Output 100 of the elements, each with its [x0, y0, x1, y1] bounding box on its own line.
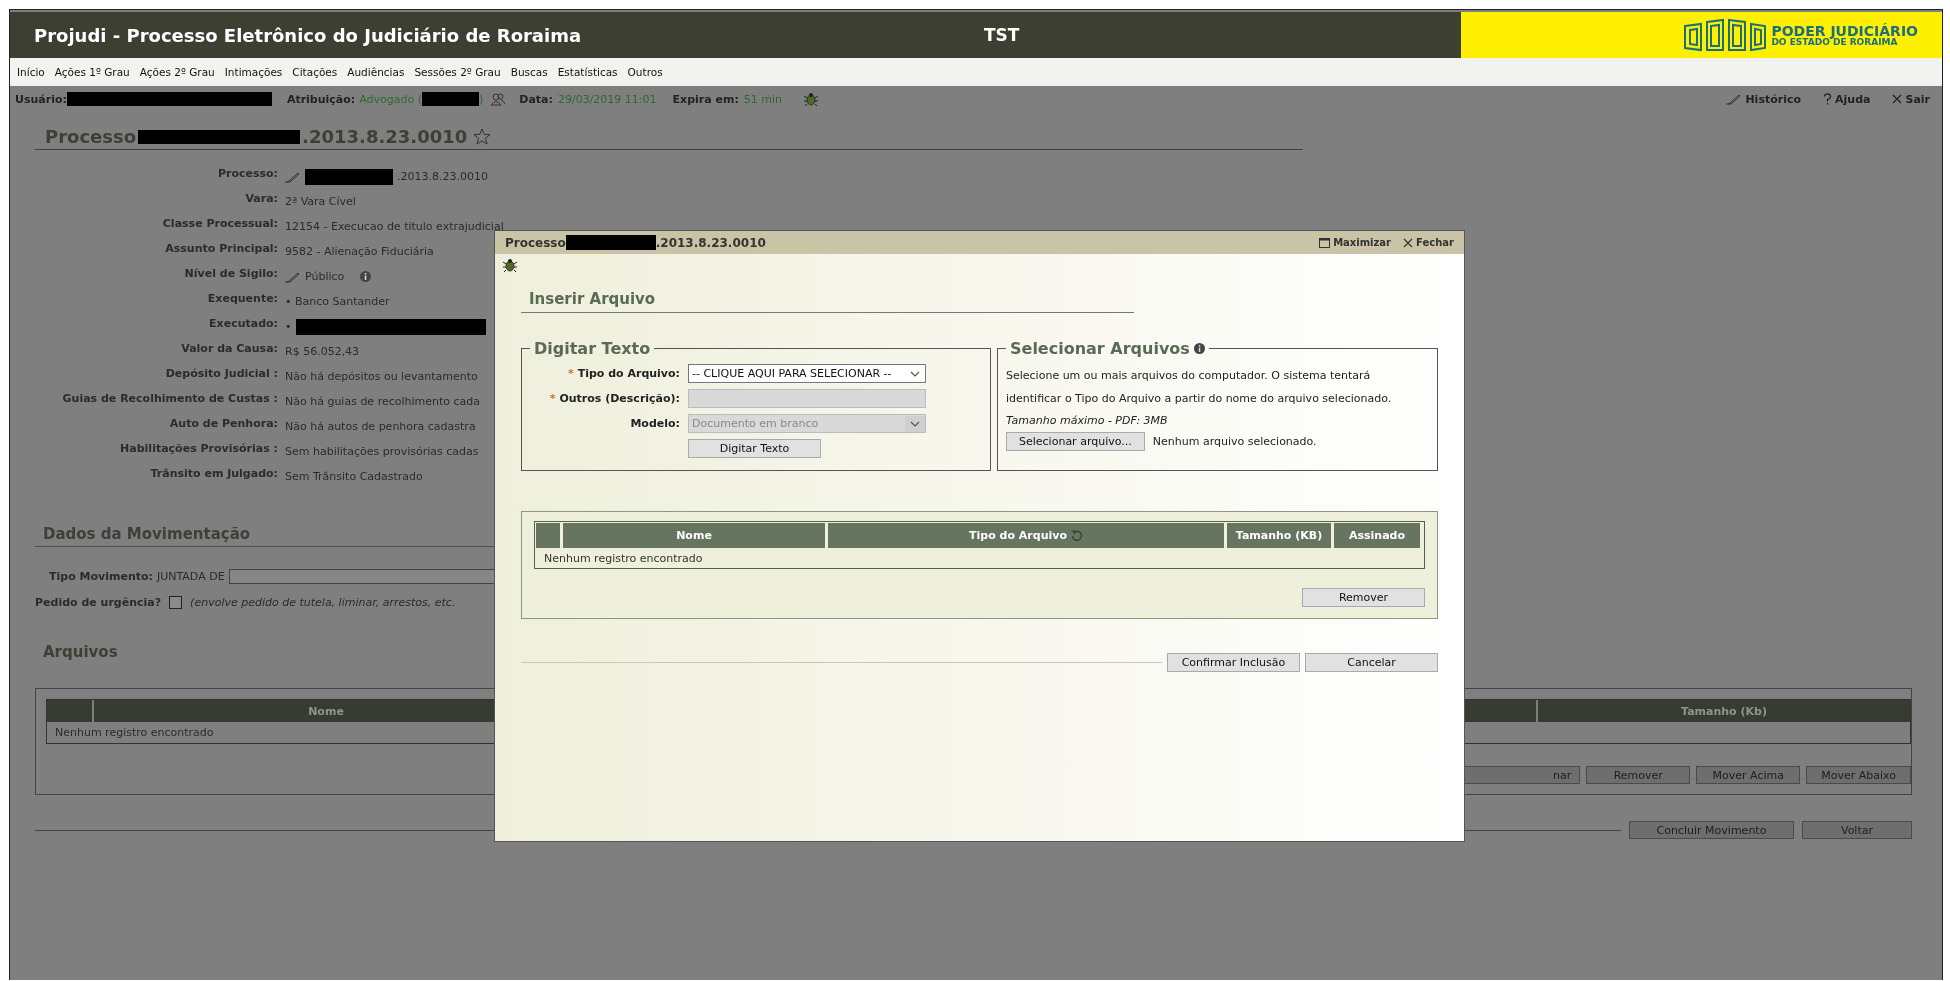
column-header: Tamanho (KB)	[1227, 523, 1331, 548]
field-value: Sem habilitações provisórias cadas	[285, 443, 479, 460]
info-icon	[360, 271, 372, 282]
field-value: JUNTADA DE	[156, 570, 225, 583]
environment-label: TST	[984, 25, 1020, 45]
bug-icon	[804, 92, 819, 106]
process-title: .2013.8.23.0010	[302, 126, 468, 147]
header-cell	[536, 523, 560, 548]
panel-legend: Digitar Texto	[530, 339, 655, 358]
menu-item[interactable]: Outros	[627, 66, 663, 78]
dialog-action[interactable]: Maximizar	[1319, 237, 1392, 248]
bug-icon	[503, 258, 517, 272]
dropdown[interactable]: -- CLIQUE AQUI PARA SELECIONAR --	[688, 364, 926, 383]
field-value: R$ 56.052,43	[285, 343, 360, 360]
date-label: Data:	[519, 92, 553, 106]
field-value: 12154 - Execucao de titulo extrajudicial	[285, 218, 504, 235]
panel-legend: Selecionar Arquivos	[1010, 339, 1190, 358]
field-value: Não há autos de penhora cadastra	[285, 418, 476, 435]
field-value: .2013.8.23.0010	[397, 168, 488, 185]
star-outline-icon[interactable]	[473, 128, 492, 145]
user-label: Usuário:	[15, 92, 67, 106]
digitar-texto-button[interactable]: Digitar Texto	[688, 439, 821, 458]
date-value: 29/03/2019 11:01	[557, 92, 657, 106]
dialog-heading: Inserir Arquivo	[521, 290, 1134, 313]
empty-message: Nenhum registro encontrado	[54, 725, 215, 741]
menu-item[interactable]: Buscas	[510, 66, 548, 78]
people-icon	[491, 92, 506, 106]
dialog-title: .2013.8.23.0010	[655, 235, 766, 250]
file-select-button[interactable]: Selecionar arquivo...	[1006, 432, 1145, 451]
pencil-icon	[1726, 93, 1743, 105]
section-heading: Arquivos	[42, 643, 119, 663]
app-title: Projudi - Processo Eletrônico do Judiciário de Roraima	[34, 24, 583, 46]
file-status-text: Nenhum arquivo selecionado.	[1152, 435, 1317, 448]
redacted-block	[422, 92, 479, 106]
field-label: Processo:	[216, 166, 278, 182]
close-icon	[1892, 94, 1903, 104]
header-link[interactable]: Sair	[1892, 92, 1930, 106]
help-icon	[1823, 93, 1833, 105]
refresh-icon	[1070, 529, 1083, 542]
field-label: Modelo:	[630, 417, 680, 430]
field-value: Não há guias de recolhimento cada	[285, 393, 481, 410]
checkbox[interactable]	[169, 596, 183, 609]
field-value: • Banco Santander	[285, 293, 390, 310]
field-label: Tipo do Arquivo:	[577, 367, 680, 380]
menu-item[interactable]: Intimações	[224, 66, 283, 78]
attribution-value: )	[479, 92, 484, 106]
pencil-icon	[285, 270, 301, 283]
info-icon	[1193, 343, 1205, 354]
column-header: Nome	[563, 523, 825, 548]
maximize-icon	[1319, 237, 1331, 248]
menu-item[interactable]: Citações	[292, 66, 338, 78]
logo-title: PODER JUDICIÁRIO	[1771, 23, 1918, 38]
field-value: •	[285, 318, 292, 335]
field-value: Sem Trânsito Cadastrado	[285, 468, 423, 485]
menu-item[interactable]: Início	[17, 66, 45, 78]
menu-item[interactable]: Audiências	[347, 66, 405, 78]
field-label: Nível de Sigilo:	[183, 266, 278, 282]
remove-button[interactable]: Remover	[1302, 588, 1425, 607]
menu-item[interactable]: Ações 1º Grau	[54, 66, 130, 78]
menu-item[interactable]: Sessões 2º Grau	[414, 66, 501, 78]
header-link[interactable]: Ajuda	[1823, 92, 1871, 106]
size-limit-text: Tamanho máximo - PDF: 3MB	[1006, 413, 1169, 429]
field-label: Tipo Movimento:	[49, 570, 153, 583]
attribution-value: Advogado (	[359, 92, 422, 106]
field-value: 2ª Vara Cível	[285, 193, 356, 210]
header-link[interactable]: Histórico	[1726, 92, 1802, 106]
action-button[interactable]: Confirmar Inclusão	[1167, 653, 1300, 672]
column-header: Assinado	[1334, 523, 1420, 548]
expires-label: Expira em:	[672, 92, 739, 106]
columns-logo-icon	[1683, 18, 1768, 52]
caret-icon	[910, 420, 920, 427]
field-value: Não há depósitos ou levantamento	[285, 368, 478, 385]
field-label: Habilitações Provisórias :	[119, 441, 278, 457]
action-button[interactable]: Cancelar	[1305, 653, 1438, 672]
required-mark: *	[549, 392, 556, 405]
empty-message: Nenhum registro encontrado	[543, 551, 704, 567]
column-header: Tamanho (Kb)	[1538, 700, 1910, 722]
field-label: Assunto Principal:	[164, 241, 278, 257]
column-title: Tipo do Arquivo	[969, 529, 1067, 542]
dialog-title: Processo	[505, 235, 566, 250]
description-text: Selecione um ou mais arquivos do computador. O sistema tentará identificar o Tipo do Arquivo a partir do nome do arquivo selecionado.	[1006, 368, 1393, 407]
field-label: Executado:	[208, 316, 278, 332]
menu-item[interactable]: Estatísticas	[557, 66, 618, 78]
field-label: Classe Processual:	[161, 216, 278, 232]
close-icon	[1403, 237, 1414, 248]
process-title: Processo	[45, 126, 137, 147]
field-label: Vara:	[244, 191, 278, 207]
field-label: Trânsito em Julgado:	[149, 466, 278, 482]
attribution-label: Atribuição:	[286, 92, 356, 106]
pencil-icon	[285, 170, 301, 183]
hint-text: (envolve pedido de tutela, liminar, arrestos, etc.	[190, 596, 456, 609]
field-value: Público	[305, 268, 345, 285]
field-label: Valor da Causa:	[180, 341, 278, 357]
field-label: Outros (Descrição):	[559, 392, 680, 405]
required-mark: *	[567, 367, 574, 380]
dialog-action[interactable]: Fechar	[1403, 237, 1454, 248]
field-label: Exequente:	[206, 291, 278, 307]
field-label: Guias de Recolhimento de Custas :	[61, 391, 278, 407]
menu-item[interactable]: Ações 2º Grau	[139, 66, 215, 78]
expires-value: 51 min	[743, 92, 783, 106]
